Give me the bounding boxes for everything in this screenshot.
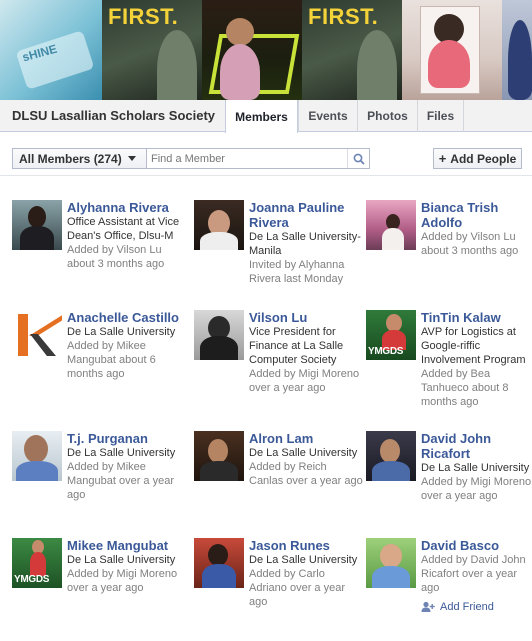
member-added-by: Added by Bea Tanhueco about 8 months ago bbox=[421, 368, 509, 408]
avatar[interactable]: YMGDS bbox=[366, 310, 416, 360]
member-detail: Vice President for Finance at La Salle C… bbox=[249, 326, 344, 366]
ymgds-badge: YMGDS bbox=[368, 346, 404, 357]
cover-tile-3 bbox=[202, 0, 302, 100]
member-added-by: Added by Mikee Mangubat about 6 months a… bbox=[67, 340, 156, 380]
add-people-button[interactable]: + Add People bbox=[433, 148, 522, 169]
avatar[interactable] bbox=[12, 310, 62, 360]
member-detail: De La Salle University bbox=[67, 326, 176, 338]
member-info: Alyhanna Rivera Office Assistant at Vice… bbox=[67, 200, 181, 271]
cover-first-text-2: FIRST. bbox=[308, 4, 379, 29]
group-cover-photo[interactable]: sHINE FIRST. FIRST. bbox=[0, 0, 532, 100]
cover-tile-4: FIRST. bbox=[302, 0, 402, 100]
member-name[interactable]: Anachelle Castillo bbox=[67, 310, 181, 325]
member-added-by: Invited by Alyhanna Rivera last Monday bbox=[249, 259, 345, 285]
member-name[interactable]: Mikee Mangubat bbox=[67, 538, 181, 553]
member-added-by: Added by Vilson Lu about 3 months ago bbox=[421, 231, 519, 257]
member-detail: De La Salle University bbox=[67, 447, 176, 459]
member-info: TinTin Kalaw AVP for Logistics at Google… bbox=[421, 310, 532, 409]
member-info: David John Ricafort De La Salle Universi… bbox=[421, 431, 532, 503]
avatar[interactable] bbox=[366, 431, 416, 481]
cover-tile-6 bbox=[502, 0, 532, 100]
member-name[interactable]: TinTin Kalaw bbox=[421, 310, 532, 325]
avatar[interactable] bbox=[366, 200, 416, 250]
member-added-by: Added by Carlo Adriano over a year ago bbox=[249, 568, 345, 608]
ymgds-badge: YMGDS bbox=[14, 574, 50, 585]
member-filter-label: All Members (274) bbox=[19, 151, 122, 166]
member-detail: Office Assistant at Vice Dean's Office, … bbox=[67, 216, 180, 242]
member-name[interactable]: David Basco bbox=[421, 538, 532, 553]
member-added-by: Added by Migi Moreno over a year ago bbox=[421, 476, 532, 502]
member-info: Bianca Trish Adolfo Added by Vilson Lu a… bbox=[421, 200, 532, 258]
member-name[interactable]: T.j. Purganan bbox=[67, 431, 181, 446]
member-name[interactable]: Jason Runes bbox=[249, 538, 363, 553]
member-info: Vilson Lu Vice President for Finance at … bbox=[249, 310, 363, 395]
member-info: Alron Lam De La Salle University Added b… bbox=[249, 431, 363, 488]
chevron-down-icon bbox=[127, 156, 136, 161]
member-added-by: Added by David John Ricafort over a year… bbox=[421, 554, 526, 594]
tab-files[interactable]: Files bbox=[417, 100, 464, 132]
add-friend-button[interactable]: Add Friend bbox=[421, 600, 532, 614]
plus-icon: + bbox=[438, 151, 447, 166]
avatar[interactable] bbox=[12, 200, 62, 250]
member-name[interactable]: Vilson Lu bbox=[249, 310, 363, 325]
member-detail: De La Salle University bbox=[67, 554, 176, 566]
avatar[interactable] bbox=[12, 431, 62, 481]
cover-tile-1: sHINE bbox=[0, 0, 102, 100]
member-name[interactable]: Joanna Pauline Rivera bbox=[249, 200, 363, 230]
avatar[interactable] bbox=[366, 538, 416, 588]
member-detail: De La Salle University-Manila bbox=[249, 231, 361, 257]
tab-events[interactable]: Events bbox=[298, 100, 357, 132]
avatar[interactable]: YMGDS bbox=[12, 538, 62, 588]
avatar[interactable] bbox=[194, 200, 244, 250]
member-name[interactable]: Alron Lam bbox=[249, 431, 363, 446]
member-info: Anachelle Castillo De La Salle Universit… bbox=[67, 310, 181, 381]
member-added-by: Added by Reich Canlas over a year ago bbox=[249, 461, 363, 487]
member-detail: AVP for Logistics at Google-riffic Invol… bbox=[421, 326, 526, 366]
member-filter-dropdown[interactable]: All Members (274) bbox=[12, 148, 147, 169]
member-detail: De La Salle University bbox=[249, 447, 358, 459]
member-info: David Basco Added by David John Ricafort… bbox=[421, 538, 532, 614]
cover-tile-2: FIRST. bbox=[102, 0, 202, 100]
member-search-input[interactable] bbox=[147, 149, 343, 168]
cover-tile-5 bbox=[402, 0, 502, 100]
member-info: T.j. Purganan De La Salle University Add… bbox=[67, 431, 181, 502]
member-info: Mikee Mangubat De La Salle University Ad… bbox=[67, 538, 181, 595]
member-detail: De La Salle University bbox=[421, 462, 530, 474]
member-name[interactable]: Alyhanna Rivera bbox=[67, 200, 181, 215]
members-toolbar: All Members (274) + Add People bbox=[0, 140, 532, 176]
group-tabs-bar: DLSU Lasallian Scholars Society Members … bbox=[0, 100, 532, 133]
add-friend-label: Add Friend bbox=[440, 601, 494, 613]
search-icon[interactable] bbox=[347, 149, 369, 168]
tab-members[interactable]: Members bbox=[225, 100, 298, 133]
member-search-box bbox=[146, 148, 370, 169]
member-added-by: Added by Migi Moreno over a year ago bbox=[67, 568, 178, 594]
member-info: Joanna Pauline Rivera De La Salle Univer… bbox=[249, 200, 363, 286]
member-name[interactable]: David John Ricafort bbox=[421, 431, 532, 461]
avatar[interactable] bbox=[194, 431, 244, 481]
avatar[interactable] bbox=[194, 310, 244, 360]
avatar[interactable] bbox=[194, 538, 244, 588]
add-people-label: Add People bbox=[450, 151, 517, 166]
member-info: Jason Runes De La Salle University Added… bbox=[249, 538, 363, 609]
member-name[interactable]: Bianca Trish Adolfo bbox=[421, 200, 532, 230]
cover-first-text: FIRST. bbox=[108, 4, 179, 29]
member-added-by: Added by Mikee Mangubat over a year ago bbox=[67, 461, 175, 501]
add-friend-icon bbox=[421, 601, 435, 612]
member-added-by: Added by Vilson Lu about 3 months ago bbox=[67, 244, 165, 270]
member-added-by: Added by Migi Moreno over a year ago bbox=[249, 368, 360, 394]
member-detail: De La Salle University bbox=[249, 554, 358, 566]
tab-photos[interactable]: Photos bbox=[357, 100, 417, 132]
group-name[interactable]: DLSU Lasallian Scholars Society bbox=[12, 108, 215, 123]
